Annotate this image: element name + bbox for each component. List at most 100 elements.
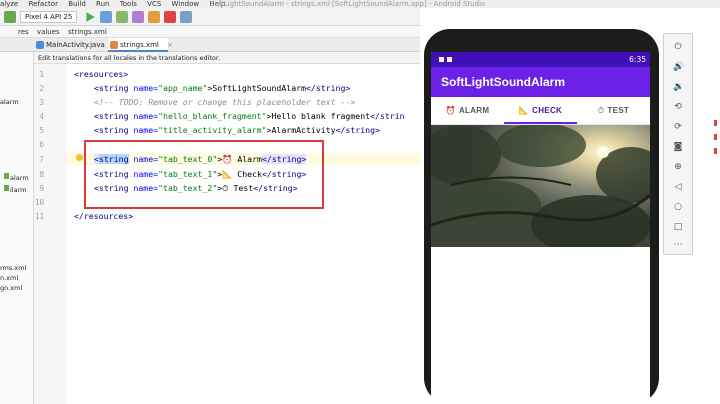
line-number: 10 [34, 198, 44, 207]
menu-item-window[interactable]: Window [172, 0, 200, 8]
code-tag: <string [94, 83, 134, 93]
breadcrumb-res[interactable]: res [18, 28, 29, 36]
code-tag: </string> [335, 125, 380, 135]
code-line-2: <string name="app_name">SoftLightSoundAl… [94, 83, 350, 93]
code-attr: name= [133, 125, 159, 135]
tab-label: ALARM [458, 106, 490, 115]
debug-icon[interactable] [116, 11, 128, 23]
menu-item-build[interactable]: Build [68, 0, 86, 8]
menu-item-analyze[interactable]: alyze [0, 0, 18, 8]
code-line-1: <resources> [74, 69, 128, 79]
line-number: 3 [39, 98, 44, 107]
menu-item-tools[interactable]: Tools [120, 0, 137, 8]
annotation-highlight-box [84, 140, 324, 209]
profile-icon[interactable] [132, 11, 144, 23]
line-number: 2 [39, 84, 44, 93]
tab-label: TEST [607, 106, 630, 115]
tab-check[interactable]: 📐 CHECK [504, 97, 577, 125]
app-module-icon[interactable] [4, 11, 16, 23]
rotate-right-icon[interactable]: ⟳ [673, 122, 683, 132]
class-icon [4, 173, 9, 179]
code-editor[interactable]: 1 2 3 4 5 6 7 8 9 10 11 <resources> <str… [34, 64, 420, 404]
project-tree-item[interactable]: alarm [0, 98, 19, 106]
line-number: 5 [39, 126, 44, 135]
code-comment: <!-- TODO: Remove or change this placeho… [94, 97, 356, 107]
sync-icon[interactable] [180, 11, 192, 23]
code-value: "title_activity_alarm" [158, 125, 267, 135]
code-text: >Hello blank fragment [266, 111, 371, 121]
menu-item-vcs[interactable]: VCS [147, 0, 161, 8]
class-icon [4, 185, 9, 191]
line-number: 6 [39, 140, 44, 149]
window-title: SoftLightSoundAlarm - strings.xml [SoftL… [210, 0, 486, 8]
code-tag: </resources> [74, 211, 134, 221]
tab-strings-xml[interactable]: strings.xml × [108, 38, 173, 52]
xml-file-icon [110, 41, 118, 49]
tab-label: MainActivity.java [46, 41, 105, 49]
code-text: >AlarmActivity [266, 125, 336, 135]
tab-mainactivity[interactable]: MainActivity.java × [34, 38, 119, 52]
tab-alarm[interactable]: ⏰ ALARM [431, 97, 504, 125]
code-line-4: <string name="hello_blank_fragment">Hell… [94, 111, 405, 121]
code-tag: <string [94, 125, 134, 135]
code-tag: <string [94, 111, 134, 121]
more-icon[interactable]: ⋯ [673, 240, 683, 250]
project-tree-item[interactable]: alarm [10, 174, 29, 182]
app-bar: SoftLightSoundAlarm [431, 67, 650, 97]
breadcrumb-file[interactable]: strings.xml [68, 28, 107, 36]
status-time: 6:35 [629, 55, 646, 64]
tab-indicator [504, 122, 577, 124]
translations-notice[interactable]: Edit translations for all locales in the… [34, 52, 420, 64]
breadcrumb: res values strings.xml [0, 26, 420, 38]
emulator-controls: ⏻ 🔊 🔉 ⟲ ⟳ ◙ ⊕ ◁ ○ □ ⋯ [663, 33, 693, 255]
rotate-left-icon[interactable]: ⟲ [673, 102, 683, 112]
line-number: 8 [39, 170, 44, 179]
apply-changes-icon[interactable] [100, 11, 112, 23]
stop-icon[interactable] [164, 11, 176, 23]
line-number: 11 [34, 212, 44, 221]
editor-tabs: MainActivity.java × strings.xml × [0, 38, 420, 52]
power-icon[interactable]: ⏻ [673, 42, 683, 52]
menu-item-run[interactable]: Run [96, 0, 109, 8]
line-number: 9 [39, 184, 44, 193]
project-tree-item[interactable]: n.xml [0, 274, 18, 282]
line-number: 7 [39, 155, 44, 164]
zoom-icon[interactable]: ⊕ [673, 162, 683, 172]
code-tag: <resources> [74, 69, 129, 79]
volume-down-icon[interactable]: 🔉 [673, 82, 684, 92]
android-studio-window: { "window_title": "SoftLightSoundAlarm -… [0, 0, 720, 404]
code-line-12: </resources> [74, 211, 133, 221]
code-value: "hello_blank_fragment" [158, 111, 267, 121]
emulator-sidebar-edge [712, 120, 720, 180]
project-tree-item[interactable]: gn.xml [0, 284, 22, 292]
device-selector[interactable]: Pixel 4 API 25 [20, 11, 78, 23]
menu-bar: alyze Refactor Build Run Tools VCS Windo… [0, 0, 720, 8]
close-icon[interactable]: × [167, 41, 173, 49]
project-tree-item[interactable]: ilarm [10, 186, 27, 194]
tab-label: strings.xml [120, 41, 159, 49]
volume-up-icon[interactable]: 🔊 [673, 62, 684, 72]
code-attr: name= [133, 111, 159, 121]
overview-icon[interactable]: □ [673, 222, 683, 232]
tab-label: CHECK [532, 106, 563, 115]
code-line-5: <string name="title_activity_alarm">Alar… [94, 125, 380, 135]
back-icon[interactable]: ◁ [673, 182, 683, 192]
lightbulb-icon[interactable] [76, 154, 83, 161]
run-icon[interactable] [86, 12, 95, 22]
alarm-clock-icon: ⏰ [445, 106, 456, 115]
project-pane: alarm alarm ilarm rms.xml n.xml gn.xml [0, 52, 34, 404]
tab-test[interactable]: ⏱ TEST [577, 97, 650, 125]
project-tree-item[interactable]: rms.xml [0, 264, 26, 272]
code-text: >SoftLightSoundAlarm [207, 83, 306, 93]
breadcrumb-values[interactable]: values [37, 28, 60, 36]
camera-icon[interactable]: ◙ [673, 142, 683, 152]
triangle-ruler-icon: 📐 [518, 106, 530, 115]
menu-item-refactor[interactable]: Refactor [29, 0, 58, 8]
line-number: 1 [39, 70, 44, 79]
stopwatch-icon: ⏱ [597, 106, 605, 115]
phone-screen[interactable]: 6:35 SoftLightSoundAlarm ⏰ ALARM 📐 CHECK ⏱… [431, 52, 650, 404]
code-tag: </string> [305, 83, 351, 93]
app-tab-bar: ⏰ ALARM 📐 CHECK ⏱ TEST [431, 97, 650, 125]
home-icon[interactable]: ○ [673, 202, 683, 212]
attach-debugger-icon[interactable] [148, 11, 160, 23]
